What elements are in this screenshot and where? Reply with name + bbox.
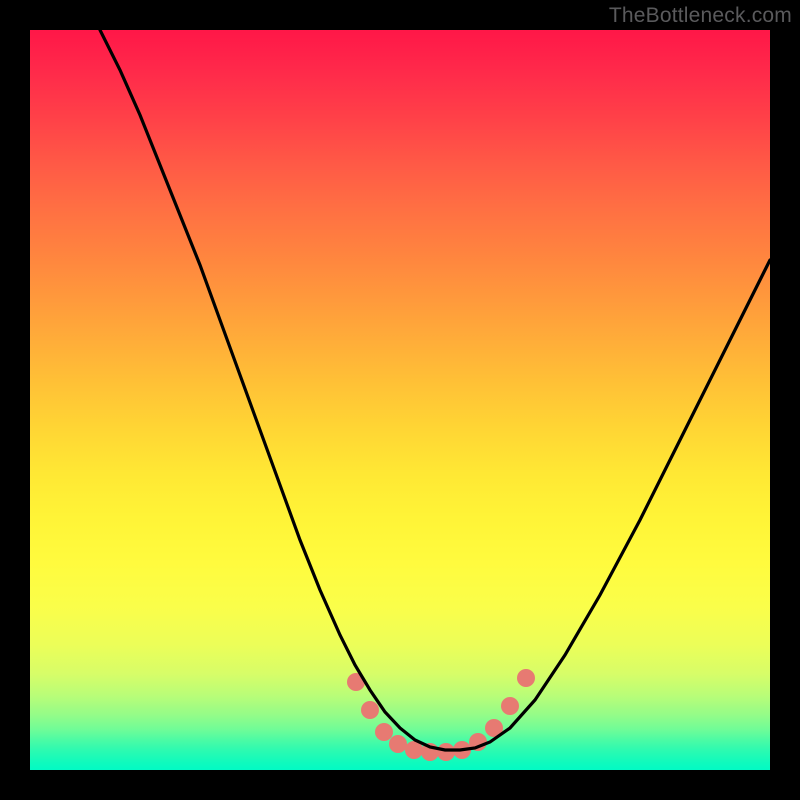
curve-svg [30, 30, 770, 770]
chart-frame: TheBottleneck.com [0, 0, 800, 800]
bottleneck-curve [100, 30, 770, 750]
curve-dot [361, 701, 379, 719]
curve-dot [375, 723, 393, 741]
watermark-text: TheBottleneck.com [609, 4, 792, 28]
curve-dot [437, 743, 455, 761]
curve-dot [389, 735, 407, 753]
curve-dot [517, 669, 535, 687]
dots-layer [347, 669, 535, 761]
plot-area [30, 30, 770, 770]
curve-dot [501, 697, 519, 715]
